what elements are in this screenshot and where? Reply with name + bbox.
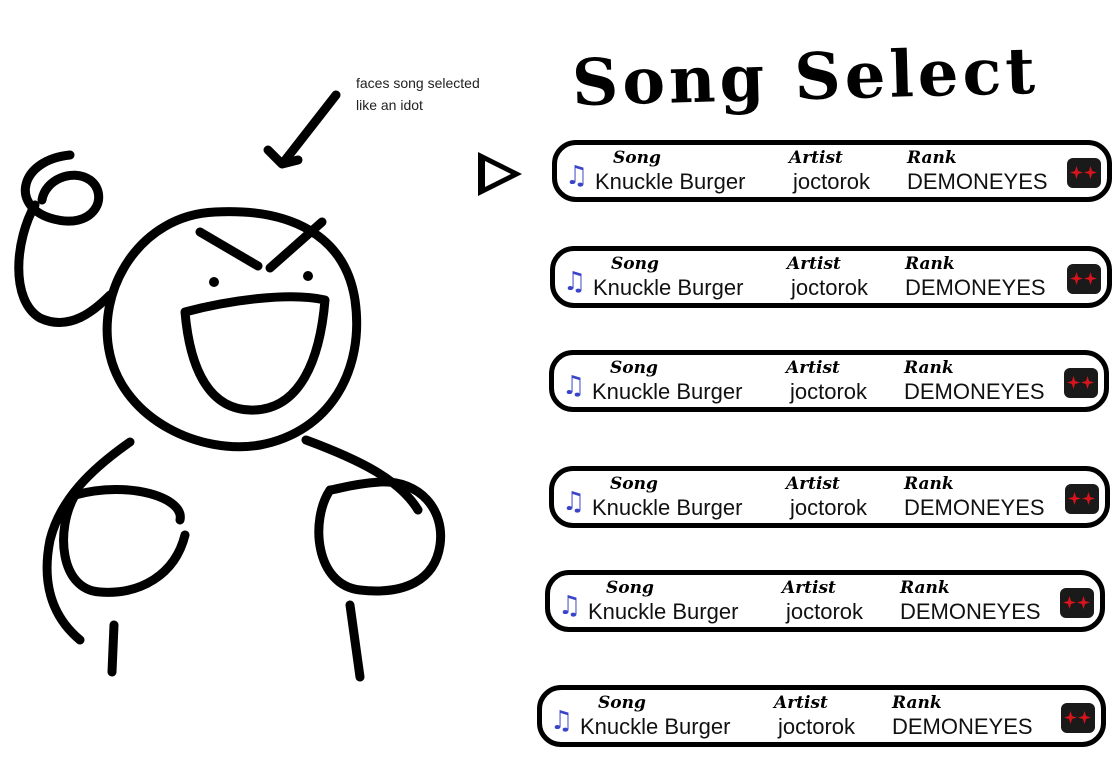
rank-value: DEMONEYES: [904, 379, 1045, 404]
demon-eyes-icon: [1067, 264, 1101, 294]
song-title: Knuckle Burger: [592, 495, 743, 520]
artist-name: joctorok: [790, 495, 868, 520]
song-row[interactable]: ♫ Song Knuckle Burger Artist joctorok Rank DEM…: [549, 350, 1109, 412]
song-label: Song: [606, 578, 654, 598]
artist-name: joctorok: [791, 275, 869, 300]
song-label: Song: [610, 358, 658, 378]
rank-label: Rank: [905, 254, 955, 274]
song-row[interactable]: ♫ Song Knuckle Burger Artist joctorok Rank DEM…: [545, 570, 1105, 632]
music-note-icon: ♫: [550, 706, 574, 736]
rank-label: Rank: [904, 474, 954, 494]
artist-name: joctorok: [793, 169, 871, 194]
character-doodle: [14, 90, 446, 682]
artist-label: Artist: [782, 578, 836, 598]
song-title: Knuckle Burger: [593, 275, 744, 300]
song-row[interactable]: ♫ Song Knuckle Burger Artist joctorok Rank DEM…: [537, 685, 1106, 747]
rank-label: Rank: [907, 148, 957, 168]
demon-eyes-icon: [1065, 484, 1099, 514]
artist-label: Artist: [787, 254, 841, 274]
demon-eyes-icon: [1064, 368, 1098, 398]
arrow-icon: [278, 90, 341, 168]
song-title: Knuckle Burger: [592, 379, 743, 404]
music-note-icon: ♫: [563, 267, 587, 297]
song-title: Knuckle Burger: [595, 169, 746, 194]
artist-label: Artist: [789, 148, 843, 168]
rank-label: Rank: [892, 693, 942, 713]
artist-name: joctorok: [778, 714, 856, 739]
demon-eyes-icon: [1061, 703, 1095, 733]
annotation-text: faces song selected like an idot: [356, 75, 480, 113]
rank-value: DEMONEYES: [892, 714, 1033, 739]
demon-eyes-icon: [1060, 588, 1094, 618]
rank-label: Rank: [900, 578, 950, 598]
page-title: Song Select: [571, 33, 1040, 122]
rank-value: DEMONEYES: [900, 599, 1041, 624]
music-note-icon: ♫: [565, 161, 589, 191]
song-title: Knuckle Burger: [580, 714, 731, 739]
song-label: Song: [613, 148, 661, 168]
rank-label: Rank: [904, 358, 954, 378]
rank-value: DEMONEYES: [905, 275, 1046, 300]
music-note-icon: ♫: [562, 371, 586, 401]
artist-name: joctorok: [786, 599, 864, 624]
rank-value: DEMONEYES: [904, 495, 1045, 520]
song-title: Knuckle Burger: [588, 599, 739, 624]
song-label: Song: [611, 254, 659, 274]
music-note-icon: ♫: [562, 487, 586, 517]
triangle-selector-icon: [478, 152, 522, 196]
artist-name: joctorok: [790, 379, 868, 404]
music-note-icon: ♫: [558, 591, 582, 621]
demon-eyes-icon: [1067, 158, 1101, 188]
artist-label: Artist: [774, 693, 828, 713]
song-row[interactable]: ♫ Song Knuckle Burger Artist joctorok Rank DEM…: [550, 246, 1112, 308]
rank-value: DEMONEYES: [907, 169, 1048, 194]
song-label: Song: [598, 693, 646, 713]
artist-label: Artist: [786, 358, 840, 378]
song-row[interactable]: ♫ Song Knuckle Burger Artist joctorok Rank DEM…: [552, 140, 1112, 202]
song-label: Song: [610, 474, 658, 494]
song-row[interactable]: ♫ Song Knuckle Burger Artist joctorok Rank DEM…: [549, 466, 1110, 528]
artist-label: Artist: [786, 474, 840, 494]
